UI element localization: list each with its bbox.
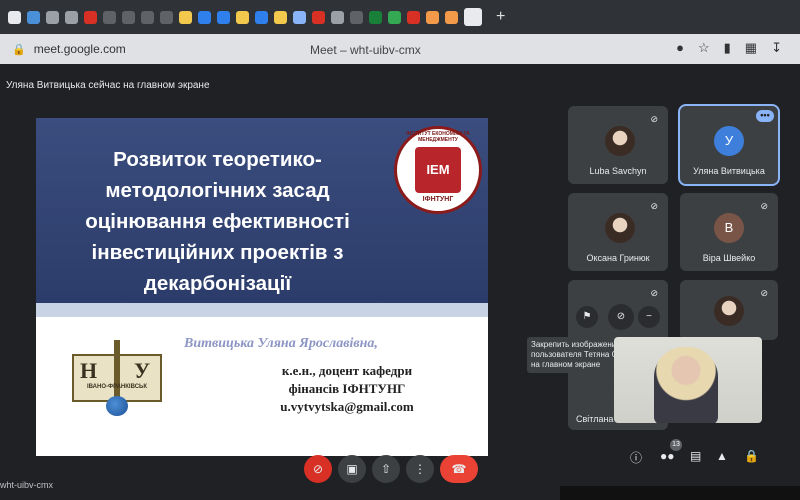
iem-logo-mark: IEM [415,147,461,193]
flame-drop-icon [106,396,128,416]
browser-tab[interactable] [293,10,306,24]
slide-divider-band [36,303,488,317]
browser-tab[interactable] [464,8,482,26]
mic-off-icon: ⊘ [760,288,768,298]
browser-tab[interactable] [236,10,249,24]
slide-title-line: оцінювання ефективності [85,210,350,233]
slide-title-line: інвестиційних проектів з [91,241,344,264]
browser-tab[interactable] [27,10,40,24]
browser-tab-strip: + [0,0,800,34]
activities-icon[interactable]: ▲ [716,449,728,463]
participant-tile[interactable]: ⊘ Luba Savchyn [568,106,668,184]
remove-icon[interactable]: − [638,306,660,328]
avatar [605,126,635,156]
iem-logo-ring-text: ІНСТИТУТ ЕКОНОМІКИ ТА МЕНЕДЖМЕНТУ [406,131,470,143]
browser-tab[interactable] [84,10,97,24]
star-icon[interactable]: ☆ [698,40,710,56]
leave-call-button[interactable]: ☎ [440,455,478,483]
chat-icon[interactable]: ▤ [690,449,701,463]
browser-tab[interactable] [141,10,154,24]
slide-title-line: Розвиток теоретико- [113,148,322,171]
iem-logo-bottom-text: ІФНТУНГ [422,196,454,203]
participant-tile-active[interactable]: ••• У Уляна Витвицька [678,104,780,186]
url-field[interactable]: meet.google.com [34,42,214,56]
browser-tab[interactable] [103,10,116,24]
page-title: Meet – wht-uibv-cmx [310,43,421,57]
self-video-person [654,347,718,423]
browser-tab[interactable] [369,10,382,24]
browser-tab[interactable] [8,10,21,24]
meeting-code: wht-uibv-cmx [0,480,54,490]
university-logo: Н У ІВАНО-ФРАНКІВСЬК [72,340,168,416]
university-logo-letter: Н [80,358,98,383]
participant-tile[interactable]: ⊘ Оксана Гринюк [568,193,668,271]
participant-name: Luba Savchyn [589,166,647,176]
browser-tab[interactable] [274,10,287,24]
slide-title: Розвиток теоретико- методологічних засад… [50,144,385,299]
lock-icon: 🔒 [12,43,26,56]
participant-tile[interactable]: ⊘ В Віра Швейко [680,193,778,271]
mic-toggle-button[interactable]: ⊘ [304,455,332,483]
mic-off-icon[interactable]: ⊘ [608,304,634,330]
derrick-icon [114,340,120,400]
browser-tab[interactable] [65,10,78,24]
download-icon[interactable]: ↧ [771,40,782,56]
slide-title-line: декарбонізації [143,272,292,295]
slide-detail-line: фінансів ІФНТУНГ [288,381,406,396]
slide-title-area: Розвиток теоретико- методологічних засад… [36,118,488,303]
browser-tab[interactable] [217,10,230,24]
address-bar-row: 🔒 meet.google.com Meet – wht-uibv-cmx ● … [0,34,800,64]
participant-name: Уляна Витвицька [693,166,765,176]
university-logo-letter: У [134,358,151,383]
mic-off-icon: ⊘ [760,201,768,211]
avatar: У [714,126,744,156]
avatar [605,213,635,243]
slide-detail-line: к.е.н., доцент кафедри [281,363,413,378]
present-button[interactable]: ⇧ [372,455,400,483]
browser-tab[interactable] [198,10,211,24]
lock-icon[interactable]: 🔒 [744,449,759,463]
info-icon[interactable]: ⓘ [630,449,642,466]
participant-name: Оксана Гринюк [586,253,650,263]
browser-tab[interactable] [255,10,268,24]
new-tab-button[interactable]: + [496,8,505,26]
mic-off-icon: ⊘ [650,114,658,124]
browser-tab[interactable] [350,10,363,24]
slide-email: u.vytvytska@gmail.com [280,399,414,414]
university-logo-caption: ІВАНО-ФРАНКІВСЬК [86,384,148,390]
avatar: В [714,213,744,243]
pin-icon[interactable]: ⚑ [576,306,598,328]
more-options-button[interactable]: ⋮ [406,455,434,483]
browser-tab[interactable] [331,10,344,24]
participant-name: Віра Швейко [702,253,756,263]
iem-logo: ІНСТИТУТ ЕКОНОМІКИ ТА МЕНЕДЖМЕНТУ IEM ІФ… [394,126,482,214]
browser-tab[interactable] [445,10,458,24]
browser-tab[interactable] [312,10,325,24]
self-video-tile[interactable] [614,337,762,423]
browser-tab[interactable] [388,10,401,24]
extension-icon[interactable]: ▦ [745,40,757,56]
browser-tab[interactable] [407,10,420,24]
people-icon[interactable]: ●● [660,449,675,463]
mic-off-icon: ⊘ [650,201,658,211]
slide-title-line: методологічних засад [105,179,330,202]
presenting-note: Уляна Витвицька сейчас на главном экране [6,80,210,91]
browser-tab[interactable] [426,10,439,24]
browser-tab[interactable] [179,10,192,24]
os-taskbar [560,486,800,500]
browser-tab[interactable] [46,10,59,24]
camera-toggle-button[interactable]: ▣ [338,455,366,483]
more-options-button[interactable]: ••• [756,110,774,122]
participant-tile[interactable]: ⊘ [680,280,778,340]
presented-slide: Розвиток теоретико- методологічних засад… [36,118,488,456]
camera-permission-icon[interactable]: ● [676,40,684,56]
meet-extension-icon[interactable]: ▮ [724,40,731,56]
browser-tab[interactable] [122,10,135,24]
slide-author-details: к.е.н., доцент кафедри фінансів ІФНТУНГ … [222,362,472,416]
browser-toolbar-icons: ● ☆ ▮ ▦ ↧ [676,40,782,56]
browser-tab[interactable] [160,10,173,24]
slide-author: Витвицька Уляна Ярославівна, [184,336,378,351]
mic-off-icon: ⊘ [650,288,658,298]
avatar [714,296,744,326]
